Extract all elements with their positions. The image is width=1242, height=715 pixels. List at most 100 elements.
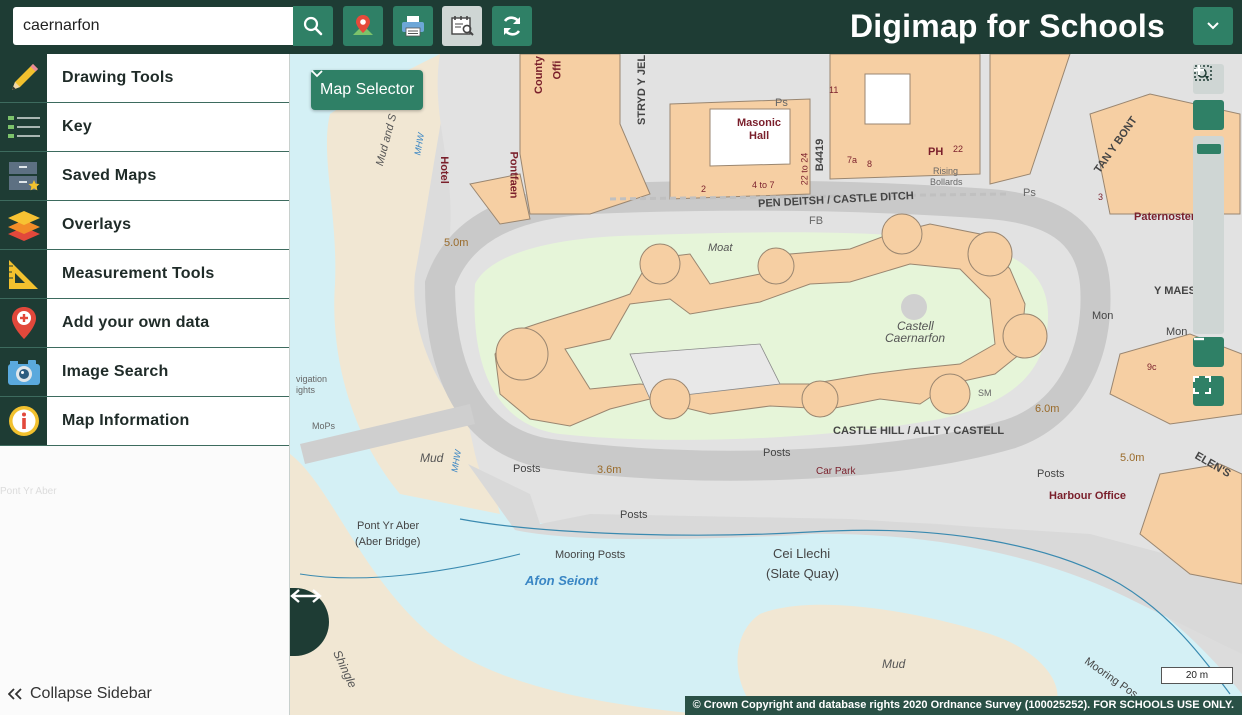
map-label-car-park: Car Park — [816, 466, 856, 477]
map-label-b4419: B4419 — [814, 138, 827, 172]
map-label-spot-height: 6.0m — [1035, 403, 1060, 415]
map-label-ph: PH — [928, 146, 944, 158]
map-label-mops: MoPs — [312, 421, 336, 431]
horizontal-arrows-icon — [290, 589, 322, 603]
sidebar-item-overlays[interactable]: Overlays — [0, 201, 289, 250]
sidebar-item-label: Measurement Tools — [62, 265, 215, 282]
map-label-number: 3 — [1098, 192, 1104, 202]
map-label-castle-name: Caernarfon — [885, 331, 946, 345]
map-label-number: 22 to 24 — [799, 152, 810, 186]
map-label-navigation: vigation — [296, 374, 328, 384]
sidebar: Drawing Tools Key Saved Maps Overlays Me… — [0, 54, 290, 715]
map-label-office: Offi — [551, 60, 564, 80]
map-label-number: 9c — [1147, 362, 1157, 372]
map-label-cei-llechi: Cei Llechi — [773, 546, 831, 561]
map-label-stryd-y-jel: STRYD Y JEL — [636, 54, 649, 126]
key-list-icon — [7, 116, 40, 138]
info-icon — [8, 406, 39, 436]
map-label-mon: Mon — [1092, 310, 1114, 322]
sidebar-item-add-your-own-data[interactable]: Add your own data — [0, 299, 289, 348]
map-label-spot-height: 5.0m — [1120, 452, 1145, 464]
zoom-slider-thumb[interactable] — [1197, 144, 1221, 154]
pencil-icon — [11, 64, 38, 90]
fullscreen-button[interactable] — [1193, 376, 1224, 406]
refresh-button[interactable] — [492, 6, 532, 46]
sidebar-item-drawing-tools[interactable]: Drawing Tools — [0, 54, 289, 103]
map-label-sm: SM — [978, 388, 992, 398]
map-label-aber-bridge: Pont Yr Aber — [357, 520, 420, 532]
chevron-down-icon — [311, 70, 323, 78]
sidebar-faint-map-label: Pont Yr Aber — [0, 486, 57, 497]
map-label-mooring-posts: Mooring Posts — [555, 549, 626, 561]
refresh-icon — [503, 16, 521, 36]
map-label-y-maes: Y MAES — [1154, 285, 1196, 297]
map-label-fb: FB — [809, 215, 824, 227]
sidebar-item-image-search[interactable]: Image Search — [0, 348, 289, 397]
map-label-hotel: Hotel — [437, 156, 450, 184]
map-label-castle-hill: CASTLE HILL / ALLT Y CASTELL — [833, 425, 1005, 437]
sidebar-item-label: Overlays — [62, 216, 132, 233]
zoom-controls — [1193, 64, 1225, 136]
zoom-out-button[interactable] — [1193, 337, 1224, 367]
header-bar: Digimap for Schools — [0, 0, 1242, 54]
map-label-county: County — [532, 56, 545, 94]
fullscreen-icon — [1193, 376, 1211, 394]
map-label-afon-seiont: Afon Seiont — [525, 573, 598, 588]
save-map-button[interactable] — [442, 6, 482, 46]
map-label-spot-height: 5.0m — [444, 237, 469, 249]
map-label-posts: Posts — [513, 463, 541, 475]
map-label-spot-height: 3.6m — [597, 464, 622, 476]
sidebar-item-label: Image Search — [62, 363, 169, 380]
app-title: Digimap for Schools — [850, 8, 1165, 44]
sidebar-item-label: Map Information — [62, 412, 190, 429]
search-input[interactable] — [13, 7, 293, 45]
map-pin-button[interactable] — [343, 6, 383, 46]
collapse-sidebar-button[interactable]: Collapse Sidebar — [8, 685, 152, 703]
map-label-pontfaen: Pontfaen — [507, 151, 520, 199]
search-button[interactable] — [293, 6, 333, 46]
location-add-icon — [11, 307, 36, 339]
map-label-posts: Posts — [1037, 468, 1065, 480]
sidebar-item-label: Saved Maps — [62, 167, 157, 184]
sidebar-item-key[interactable]: Key — [0, 103, 289, 152]
sidebar-item-saved-maps[interactable]: Saved Maps — [0, 152, 289, 201]
map-label-number: 2 — [701, 184, 707, 194]
plus-icon — [1194, 65, 1204, 75]
zoom-slider[interactable] — [1193, 136, 1224, 334]
map-label-masonic: Masonic — [737, 117, 782, 129]
save-map-icon — [451, 16, 474, 36]
map-view[interactable]: Castell Caernarfon PEN DEITSH / CASTLE D… — [290, 54, 1242, 715]
map-label-posts: Posts — [763, 447, 791, 459]
print-button[interactable] — [393, 6, 433, 46]
map-label-moat: Moat — [708, 242, 733, 254]
sidebar-item-label: Drawing Tools — [62, 69, 174, 86]
sidebar-item-label: Add your own data — [62, 314, 210, 331]
sidebar-item-label: Key — [62, 118, 92, 135]
scale-bar: 20 m — [1161, 667, 1233, 684]
zoom-in-button[interactable] — [1193, 65, 1224, 130]
map-label-ps: Ps — [775, 97, 788, 109]
sidebar-item-map-information[interactable]: Map Information — [0, 397, 289, 446]
layers-icon — [7, 211, 40, 241]
map-canvas — [290, 54, 1242, 715]
map-label-posts: Posts — [620, 509, 648, 521]
map-pin-icon — [353, 15, 373, 35]
saved-maps-icon — [8, 162, 39, 191]
minus-icon — [1194, 337, 1204, 341]
menu-dropdown-button[interactable] — [1193, 7, 1233, 45]
map-label-rising: Rising — [933, 166, 959, 176]
map-label-harbour-office: Harbour Office — [1049, 490, 1127, 502]
map-selector-label: Map Selector — [320, 81, 415, 98]
map-label-number: 8 — [867, 159, 873, 169]
map-label-masonic-hall: Hall — [749, 130, 770, 142]
map-label-paternoster: Paternoster — [1134, 211, 1196, 223]
sidebar-item-measurement-tools[interactable]: Measurement Tools — [0, 250, 289, 299]
map-label-mud: Mud — [882, 657, 906, 671]
printer-icon — [402, 16, 424, 37]
sidebar-empty-area: Pont Yr Aber — [0, 446, 289, 715]
map-label-ps: Ps — [1023, 187, 1036, 199]
chevron-down-icon — [1207, 22, 1219, 30]
map-label-number: 11 — [829, 85, 839, 95]
map-selector-button[interactable]: Map Selector — [311, 70, 424, 110]
map-label-aber-bridge-en: (Aber Bridge) — [355, 536, 421, 548]
